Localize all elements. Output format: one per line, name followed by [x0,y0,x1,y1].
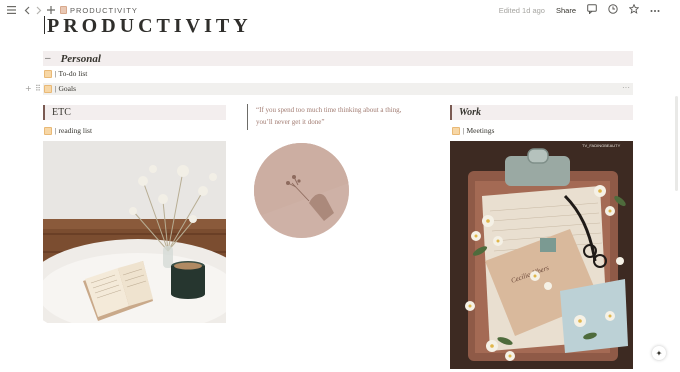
etc-heading[interactable]: ETC [43,105,226,120]
chevron-left-icon[interactable] [21,4,33,16]
work-heading[interactable]: Work [450,105,633,120]
page-icon [60,6,67,14]
item-pipe: | [55,69,57,78]
page-icon [44,84,52,93]
vintage-desk-photo: Cecilie Albers TV_FADINGBEAUTY [450,141,633,369]
text-cursor [44,16,45,34]
sparkle-icon[interactable]: ✦ [652,346,666,360]
cozy-reading-photo [43,141,226,323]
meetings-label: Meetings [466,126,495,135]
breadcrumb[interactable]: PRODUCTIVITY [60,6,138,15]
toggle-dash: – [45,53,51,64]
edited-label: Edited 1d ago [498,5,545,15]
page-title[interactable]: PRODUCTIVITY [44,15,252,38]
work-heading-label: Work [459,107,482,118]
personal-heading[interactable]: – Personal [43,51,633,66]
personal-heading-label: Personal [60,52,101,65]
goals-row-highlight [43,83,633,95]
reading-label: reading list [58,126,93,135]
hamburger-icon[interactable] [5,4,17,16]
quote-text: “If you spend too much time thinking abo… [256,106,402,126]
list-item-goals[interactable]: | Goals [44,84,76,93]
goals-label: Goals [58,84,77,93]
shadow-hand-photo [254,143,349,238]
item-pipe: | [55,84,57,93]
share-button[interactable]: Share [556,6,576,15]
add-block-icon[interactable]: + [25,84,32,93]
drag-handle-icon[interactable]: ⠿ [35,84,41,93]
list-item-todo[interactable]: | To-do list [44,69,87,78]
item-pipe: | [55,126,57,135]
page-title-text: PRODUCTIVITY [47,15,252,37]
list-item-reading[interactable]: | reading list [44,126,92,135]
photo-caption: TV_FADINGBEAUTY [582,143,621,148]
etc-heading-label: ETC [52,107,71,118]
quote-block[interactable]: “If you spend too much time thinking abo… [247,104,417,130]
topbar-actions: Edited 1d ago Share [499,0,660,20]
more-icon[interactable]: ··· [622,83,630,92]
star-icon[interactable] [628,3,640,16]
list-item-meetings[interactable]: | Meetings [452,126,494,135]
page-icon [44,69,52,78]
todo-label: To-do list [58,69,88,78]
breadcrumb-title: PRODUCTIVITY [70,5,138,15]
clock-icon[interactable] [608,4,618,16]
scrollbar[interactable] [675,96,678,191]
more-icon[interactable] [650,6,660,15]
page-icon [44,126,52,135]
comment-icon[interactable] [587,4,597,16]
item-pipe: | [463,126,465,135]
page-icon [452,126,460,135]
